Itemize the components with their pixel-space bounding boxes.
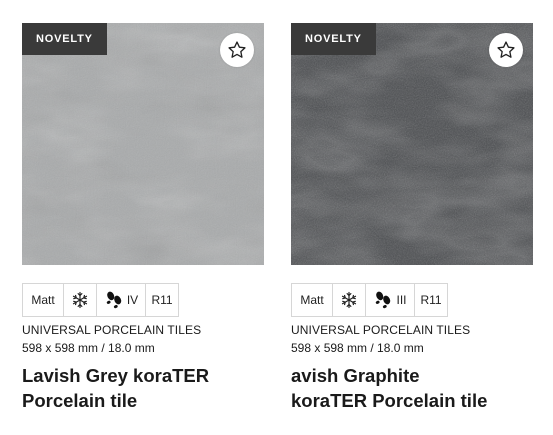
snowflake-icon [341, 291, 357, 309]
wear-class-attribute: IV [96, 283, 146, 317]
star-icon [497, 41, 515, 58]
frost-attribute [63, 283, 97, 317]
product-image[interactable]: NOVELTY [291, 23, 533, 265]
favorite-button[interactable] [220, 33, 254, 67]
product-category: UNIVERSAL PORCELAIN TILES [291, 323, 471, 337]
product-title-line: avish Graphite [291, 365, 420, 386]
finish-attribute: Matt [22, 283, 64, 317]
product-image[interactable]: NOVELTY [22, 23, 264, 265]
wear-class-value: III [396, 293, 407, 307]
finish-attribute: Matt [291, 283, 333, 317]
product-title[interactable]: Lavish Grey koraTER Porcelain tile [22, 363, 264, 413]
star-icon [228, 41, 246, 58]
novelty-badge: NOVELTY [22, 23, 107, 55]
product-title[interactable]: avish Graphite koraTER Porcelain tile [291, 363, 533, 413]
product-title-line: koraTER Porcelain tile [291, 390, 488, 411]
product-size: 598 x 598 mm / 18.0 mm [22, 341, 155, 355]
wear-class-value: IV [126, 293, 139, 307]
frost-attribute [332, 283, 366, 317]
product-card[interactable]: NOVELTY Matt [291, 23, 533, 413]
attribute-list: Matt IV R11 [22, 283, 264, 317]
wear-class-attribute: III [365, 283, 415, 317]
novelty-badge: NOVELTY [291, 23, 376, 55]
product-size: 598 x 598 mm / 18.0 mm [291, 341, 424, 355]
favorite-button[interactable] [489, 33, 523, 67]
slip-rating-attribute: R11 [145, 283, 179, 317]
product-card[interactable]: NOVELTY Matt [22, 23, 264, 413]
footprints-icon [376, 291, 391, 309]
slip-rating-attribute: R11 [414, 283, 448, 317]
product-title-line: Lavish Grey koraTER [22, 365, 210, 386]
footprints-icon [106, 291, 122, 309]
product-category: UNIVERSAL PORCELAIN TILES [22, 323, 202, 337]
attribute-list: Matt III R11 [291, 283, 533, 317]
snowflake-icon [72, 291, 88, 309]
product-title-line: Porcelain tile [22, 390, 138, 411]
